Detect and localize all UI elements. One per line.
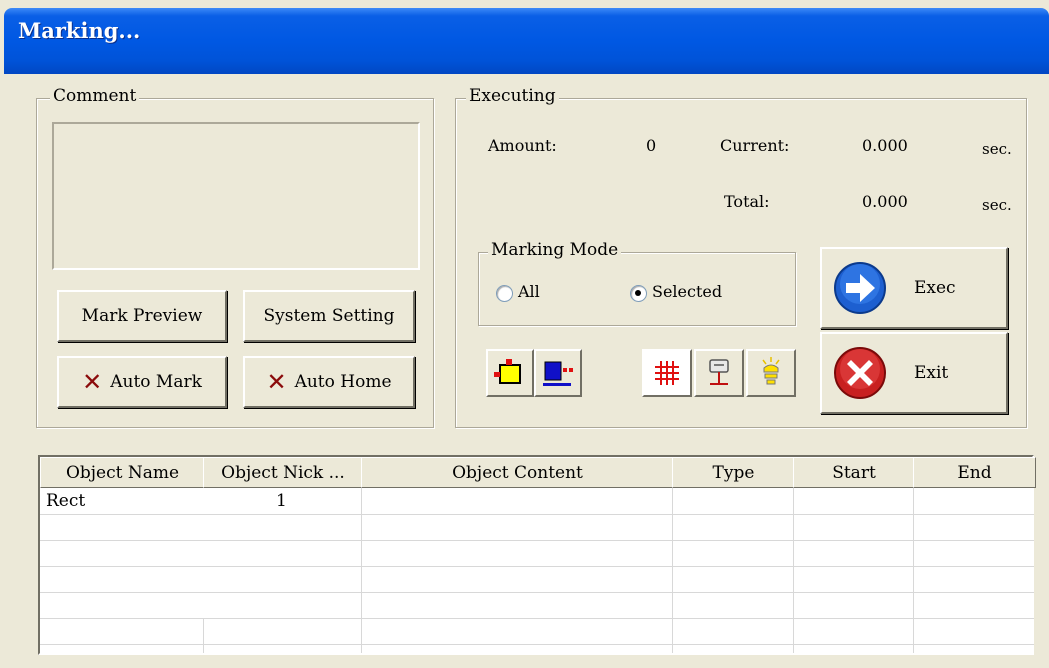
row-divider: [40, 540, 1034, 541]
arrow-right-icon: [834, 262, 886, 314]
close-icon: [834, 347, 886, 399]
select-frame-button[interactable]: [486, 349, 534, 397]
exec-button[interactable]: Exec: [820, 247, 1008, 329]
radio-selected-dot: [635, 290, 641, 296]
light-icon: [762, 357, 780, 385]
comment-legend: Comment: [50, 86, 140, 106]
cell-object-nick: 1: [276, 491, 287, 511]
column-header-object-name[interactable]: Object Name: [40, 457, 205, 488]
blue-mark-button[interactable]: [534, 349, 582, 397]
table-row[interactable]: Rect 1: [40, 488, 1034, 514]
system-setting-button[interactable]: System Setting: [243, 290, 415, 342]
row-divider: [40, 618, 1034, 619]
auto-mark-label: Auto Mark: [110, 372, 202, 392]
system-setting-label: System Setting: [263, 306, 395, 326]
mark-preview-label: Mark Preview: [81, 306, 203, 326]
amount-label: Amount:: [488, 136, 557, 155]
title-bar[interactable]: Marking...: [0, 0, 1049, 74]
current-label: Current:: [720, 136, 790, 155]
cell-object-name: Rect: [46, 491, 86, 511]
column-header-object-nick[interactable]: Object Nick ...: [203, 457, 363, 488]
mark-preview-button[interactable]: Mark Preview: [57, 290, 227, 342]
exec-label: Exec: [914, 278, 956, 298]
column-header-start[interactable]: Start: [793, 457, 915, 488]
column-header-end[interactable]: End: [913, 457, 1036, 488]
window-title: Marking...: [18, 18, 141, 43]
pen-plotter-button[interactable]: [694, 349, 744, 397]
amount-value: 0: [646, 136, 657, 155]
select-frame-icon: [494, 359, 521, 384]
grid-icon: [655, 361, 679, 385]
comment-box[interactable]: [52, 122, 420, 270]
auto-home-button[interactable]: ✕ Auto Home: [243, 356, 415, 408]
row-divider: [40, 566, 1034, 567]
x-icon: ✕: [82, 368, 103, 396]
column-divider: [203, 618, 204, 653]
column-header-object-content[interactable]: Object Content: [361, 457, 674, 488]
radio-all-label: All: [518, 282, 540, 301]
grid-button[interactable]: [642, 349, 692, 397]
auto-mark-button[interactable]: ✕ Auto Mark: [57, 356, 227, 408]
pen-plotter-icon: [709, 359, 729, 385]
light-button[interactable]: [746, 349, 796, 397]
current-unit: sec.: [982, 140, 1012, 158]
radio-all-circle[interactable]: [496, 285, 513, 302]
exit-label: Exit: [914, 363, 949, 383]
radio-selected-label: Selected: [652, 282, 723, 301]
exit-button[interactable]: Exit: [820, 332, 1008, 414]
radio-all[interactable]: All: [496, 282, 576, 306]
total-value: 0.000: [862, 192, 908, 211]
marking-mode-legend: Marking Mode: [488, 240, 622, 260]
auto-home-label: Auto Home: [294, 372, 392, 392]
x-icon: ✕: [266, 368, 287, 396]
radio-selected-circle[interactable]: [630, 285, 647, 302]
radio-selected[interactable]: Selected: [630, 282, 760, 306]
title-bar-background: [4, 8, 1049, 74]
blue-mark-icon: [543, 361, 573, 386]
row-divider: [40, 514, 1034, 515]
total-unit: sec.: [982, 196, 1012, 214]
column-header-type[interactable]: Type: [672, 457, 795, 488]
total-label: Total:: [724, 192, 770, 211]
row-divider: [40, 644, 1034, 645]
objects-table[interactable]: Object Name Object Nick ... Object Conte…: [38, 455, 1036, 655]
executing-legend: Executing: [466, 86, 559, 106]
current-value: 0.000: [862, 136, 908, 155]
row-divider: [40, 592, 1034, 593]
